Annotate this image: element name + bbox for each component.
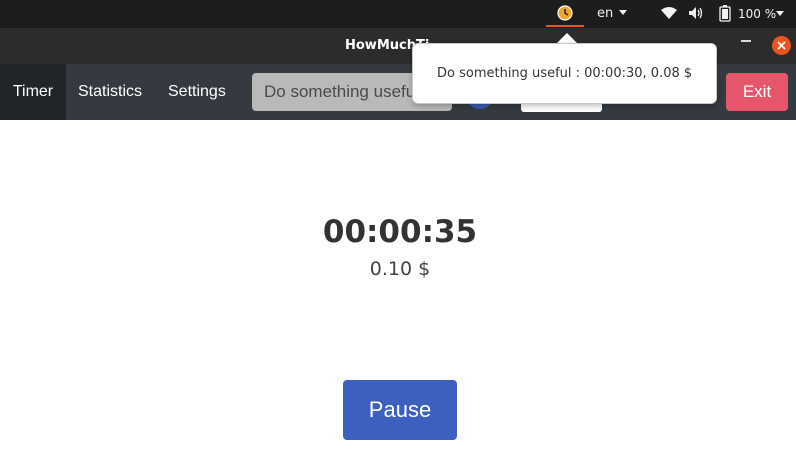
battery-icon[interactable] <box>719 5 731 22</box>
clock-icon <box>557 5 573 21</box>
pause-button[interactable]: Pause <box>343 380 457 440</box>
tray-clock-button[interactable] <box>546 0 584 28</box>
active-indicator <box>546 25 584 27</box>
elapsed-time: 00:00:35 <box>322 214 478 250</box>
wifi-icon[interactable] <box>660 6 678 20</box>
close-icon <box>777 41 786 50</box>
chevron-down-icon[interactable] <box>776 11 784 16</box>
system-top-bar: en 100 % <box>0 0 796 28</box>
tray-notification-popup: Do something useful : 00:00:30, 0.08 $ <box>412 43 717 104</box>
cost-display: 0.10 $ <box>369 258 431 280</box>
notification-text: Do something useful : 00:00:30, 0.08 $ <box>437 66 693 81</box>
tab-settings[interactable]: Settings <box>168 64 226 120</box>
tab-timer[interactable]: Timer <box>0 64 66 120</box>
volume-icon[interactable] <box>688 6 704 20</box>
chevron-down-icon <box>619 10 627 15</box>
close-button[interactable] <box>772 36 791 55</box>
battery-percent: 100 % <box>738 7 777 21</box>
exit-button[interactable]: Exit <box>726 73 788 111</box>
language-indicator[interactable]: en <box>597 6 613 21</box>
tab-statistics[interactable]: Statistics <box>78 64 142 120</box>
minimize-button[interactable] <box>741 40 751 42</box>
